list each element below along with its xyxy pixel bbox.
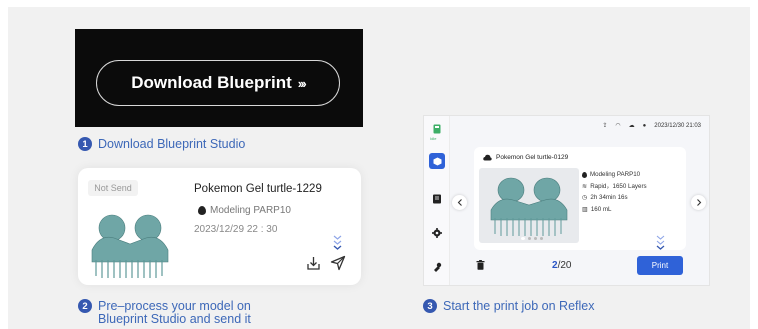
printer-sidebar: Idle [424,116,450,285]
cloud-icon [483,154,492,161]
printer-status-bar: ⇪ ◠ ☁ ● 2023/12/30 21:03 [602,122,701,130]
usb-icon: ⇪ [602,123,608,129]
printer-volume-text: 160 mL [590,205,612,213]
printer-job-title-text: Pokemon Gel turtle-0129 [496,154,569,161]
step-1-text: Download Blueprint Studio [98,137,246,151]
step-2-text: Pre–process your model on Blueprint Stud… [98,300,251,326]
layers-icon: ≋ [582,182,588,190]
step-2-text-line-2: Blueprint Studio and send it [98,312,251,326]
step-number-3: 3 [423,299,437,313]
chevron-left-icon [457,199,462,206]
cube-icon [433,157,441,165]
sidebar-item-models[interactable] [429,153,445,169]
send-icon[interactable] [330,255,346,271]
model-card[interactable]: Not Send Pokemon Gel turtle-1229 Modelin… [78,168,361,285]
droplet-icon [582,171,587,178]
idle-label: Idle [430,136,437,141]
chevron-down-double-icon [656,235,665,250]
page-indicator: 2/20 [552,260,571,271]
droplet-icon [198,206,206,215]
clock-icon: ◷ [582,194,588,201]
carousel-dot [534,237,537,240]
page-total: /20 [557,260,572,271]
cloud-icon: ☁ [628,123,635,129]
download-button-label: Download Blueprint [131,73,292,92]
step-3-text: Start the print job on Reflex [443,299,595,313]
turtle-model-image [490,177,568,236]
sidebar-item-files-icon[interactable] [432,194,442,204]
step-number-2: 2 [78,299,92,313]
printer-model-card[interactable]: Pokemon Gel turtle-0129 Modeling PARP10 … [474,147,686,250]
modeling-label: Modeling PARP10 [198,205,291,216]
model-title: Pokemon Gel turtle-1229 [194,183,322,195]
turtle-model-image [91,214,169,278]
carousel-dot [528,237,531,240]
step-3-caption: 3 Start the print job on Reflex [423,299,595,313]
printer-modeling-text: Modeling PARP10 [590,171,641,178]
printer-job-info: Modeling PARP10 ≋ Rapid，1650 Layers ◷ 2h 3… [582,169,647,215]
status-badge: Not Send [88,180,138,196]
modeling-text: Modeling PARP10 [210,205,291,216]
step-1-caption: 1 Download Blueprint Studio [78,137,246,151]
chevron-right-icon [696,199,701,206]
location-icon: ● [642,122,647,129]
step-number-1: 1 [78,137,92,151]
triple-chevron-right-icon: ››› [297,75,307,91]
step-2-caption: 2 Pre–process your model on Blueprint St… [78,299,251,326]
sidebar-item-settings-icon[interactable] [432,228,442,238]
status-time: 2023/12/30 21:03 [654,122,701,129]
model-date: 2023/12/29 22 : 30 [194,224,278,235]
download-icon[interactable] [306,256,321,271]
printer-status-icon [433,124,441,134]
prev-model-button[interactable] [452,195,467,210]
chevron-down-double-icon [333,235,342,250]
print-button[interactable]: Print [637,256,683,275]
printer-model-preview [479,168,579,243]
sidebar-item-tools-icon[interactable] [432,262,442,272]
carousel-dot [540,237,543,240]
carousel-dot [521,237,525,240]
download-blueprint-button[interactable]: Download Blueprint ››› [96,60,340,106]
wifi-icon: ◠ [615,123,621,129]
printer-job-title: Pokemon Gel turtle-0129 [483,154,568,161]
next-model-button[interactable] [691,195,706,210]
printer-mode-text: Rapid，1650 Layers [590,182,647,190]
reflex-printer-screen: Idle ⇪ ◠ ☁ ● 2023/12/30 21:03 Pokemon Ge… [423,115,710,286]
download-banner: Download Blueprint ››› [75,29,363,127]
delete-icon[interactable] [476,260,485,270]
carousel-dots [521,237,543,240]
beaker-icon: ▥ [582,205,588,213]
printer-duration-text: 2h 34min 16s [590,194,628,201]
